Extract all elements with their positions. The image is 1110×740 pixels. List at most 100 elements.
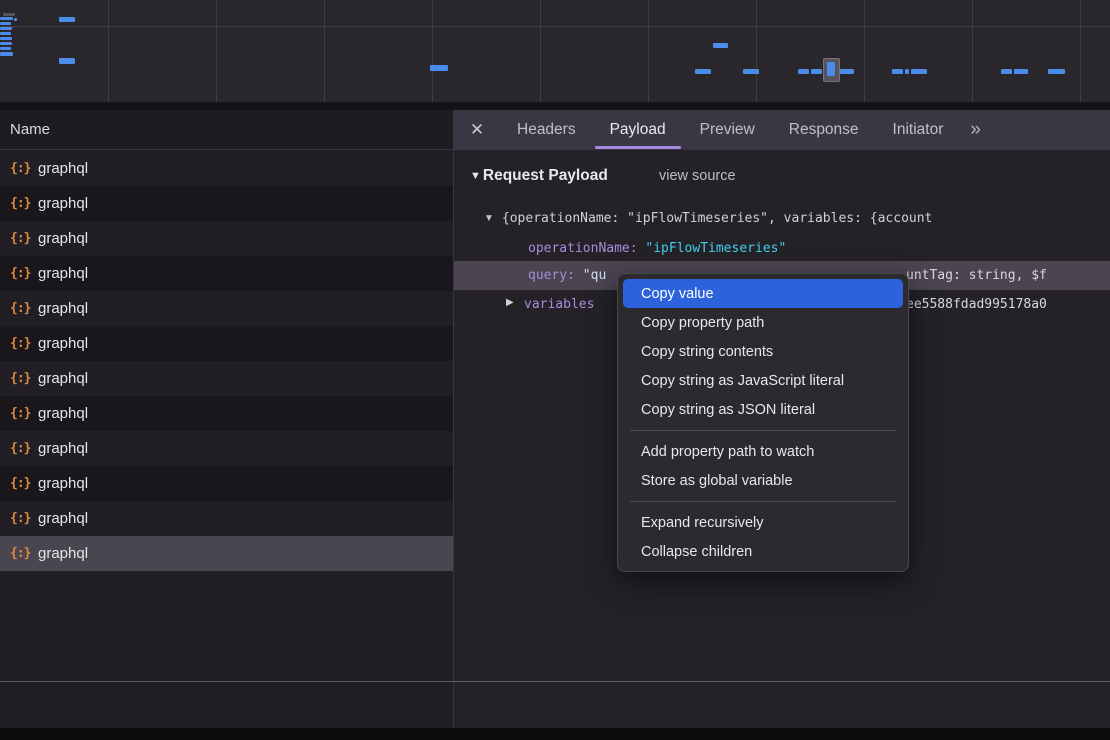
timeline-selected-bar-marker <box>823 58 840 82</box>
menu-item-copy-property-path[interactable]: Copy property path <box>623 308 903 337</box>
json-file-icon: {:} <box>0 336 38 351</box>
timeline-request-bar <box>0 52 13 56</box>
menu-item-store-as-global-variable[interactable]: Store as global variable <box>623 466 903 495</box>
menu-item-copy-string-contents[interactable]: Copy string contents <box>623 337 903 366</box>
tab-initiator[interactable]: Initiator <box>876 110 961 150</box>
menu-item-copy-value[interactable]: Copy value <box>623 279 903 308</box>
json-file-icon: {:} <box>0 406 38 421</box>
variables-key: variables <box>524 297 594 312</box>
root-expander-icon[interactable]: ▼ <box>484 213 494 224</box>
timeline-request-bar <box>0 47 11 50</box>
timeline-request-bar <box>743 69 759 74</box>
menu-separator <box>630 501 896 502</box>
context-menu: Copy valueCopy property pathCopy string … <box>617 273 909 572</box>
view-source-link[interactable]: view source <box>659 168 736 184</box>
request-row[interactable]: {:}graphql <box>0 466 453 501</box>
timeline-gridline <box>756 0 757 102</box>
json-file-icon: {:} <box>0 476 38 491</box>
timeline-request-bar <box>0 37 12 40</box>
timeline-gridline <box>864 0 865 102</box>
request-row[interactable]: {:}graphql <box>0 256 453 291</box>
close-icon[interactable]: ✕ <box>454 110 500 150</box>
operation-name-key: operationName: <box>528 241 645 256</box>
detail-tabbar: ✕ HeadersPayloadPreviewResponseInitiator… <box>454 110 1110 150</box>
request-row[interactable]: {:}graphql <box>0 501 453 536</box>
timeline-request-bar <box>3 13 15 16</box>
request-row[interactable]: {:}graphql <box>0 326 453 361</box>
request-row[interactable]: {:}graphql <box>0 361 453 396</box>
timeline-request-bar <box>1014 69 1028 74</box>
timeline-gridline <box>1080 0 1081 102</box>
timeline-horizontal-gridline <box>0 26 1110 27</box>
timeline-gridline <box>108 0 109 102</box>
payload-root-row[interactable]: ▼ {operationName: "ipFlowTimeseries", va… <box>484 204 1110 233</box>
timeline-request-bar <box>1048 69 1065 74</box>
payload-preview-text: {operationName: "ipFlowTimeseries", vari… <box>502 211 932 226</box>
request-name-label: graphql <box>38 475 88 492</box>
request-row[interactable]: {:}graphql <box>0 396 453 431</box>
timeline-request-bar <box>911 69 927 74</box>
request-row[interactable]: {:}graphql <box>0 186 453 221</box>
request-name-label: graphql <box>38 510 88 527</box>
json-file-icon: {:} <box>0 196 38 211</box>
menu-item-copy-string-as-json-literal[interactable]: Copy string as JSON literal <box>623 395 903 424</box>
timeline-request-bar <box>811 69 822 74</box>
bottom-bar <box>0 728 1110 740</box>
timeline-gridline <box>972 0 973 102</box>
request-row[interactable]: {:}graphql <box>0 151 453 186</box>
timeline-request-bar <box>0 17 13 20</box>
json-file-icon: {:} <box>0 371 38 386</box>
timeline-request-bar <box>892 69 903 74</box>
json-file-icon: {:} <box>0 441 38 456</box>
request-name-label: graphql <box>38 335 88 352</box>
json-file-icon: {:} <box>0 511 38 526</box>
timeline-selected-bar <box>827 62 835 76</box>
tab-payload[interactable]: Payload <box>593 110 683 150</box>
request-row[interactable]: {:}graphql <box>0 536 453 571</box>
request-list-rows: {:}graphql{:}graphql{:}graphql{:}graphql… <box>0 151 453 571</box>
variables-expander-icon[interactable]: ▶ <box>506 297 514 308</box>
more-tabs-icon[interactable]: » <box>970 110 979 150</box>
timeline-request-bar <box>0 22 11 25</box>
menu-item-copy-string-as-javascript-literal[interactable]: Copy string as JavaScript literal <box>623 366 903 395</box>
bottom-separator <box>0 681 1110 682</box>
request-name-label: graphql <box>38 265 88 282</box>
detail-tabs: HeadersPayloadPreviewResponseInitiator <box>500 110 960 150</box>
timeline-request-bar <box>798 69 809 74</box>
menu-item-expand-recursively[interactable]: Expand recursively <box>623 508 903 537</box>
json-file-icon: {:} <box>0 266 38 281</box>
name-column-header[interactable]: Name <box>0 110 453 150</box>
timeline-request-bar <box>0 32 11 35</box>
request-name-label: graphql <box>38 300 88 317</box>
network-overview-timeline[interactable] <box>0 0 1110 102</box>
tab-headers[interactable]: Headers <box>500 110 593 150</box>
request-name-label: graphql <box>38 545 88 562</box>
timeline-gridline <box>540 0 541 102</box>
timeline-request-bar <box>713 43 728 48</box>
name-column-label: Name <box>0 121 50 138</box>
request-row[interactable]: {:}graphql <box>0 221 453 256</box>
timeline-request-bar <box>14 18 17 21</box>
request-row[interactable]: {:}graphql <box>0 291 453 326</box>
json-file-icon: {:} <box>0 301 38 316</box>
section-expander-icon: ▼ <box>470 170 481 182</box>
json-file-icon: {:} <box>0 161 38 176</box>
timeline-bottom-strip <box>0 102 1110 110</box>
query-value-right-fragment: untTag: string, $f <box>906 268 1047 283</box>
timeline-request-bar <box>905 69 909 74</box>
json-file-icon: {:} <box>0 546 38 561</box>
json-file-icon: {:} <box>0 231 38 246</box>
tab-response[interactable]: Response <box>772 110 876 150</box>
operation-name-value: "ipFlowTimeseries" <box>645 241 786 256</box>
menu-item-add-property-path-to-watch[interactable]: Add property path to watch <box>623 437 903 466</box>
timeline-request-bar <box>430 65 448 71</box>
operation-name-row[interactable]: operationName: "ipFlowTimeseries" <box>528 234 786 263</box>
request-row[interactable]: {:}graphql <box>0 431 453 466</box>
query-value-left-fragment: "qu <box>583 268 606 283</box>
tab-preview[interactable]: Preview <box>683 110 772 150</box>
request-name-label: graphql <box>38 160 88 177</box>
menu-item-collapse-children[interactable]: Collapse children <box>623 537 903 566</box>
timeline-gridline <box>324 0 325 102</box>
section-title: Request Payload <box>483 167 608 185</box>
request-payload-section-header[interactable]: ▼ Request Payload <box>470 167 608 185</box>
